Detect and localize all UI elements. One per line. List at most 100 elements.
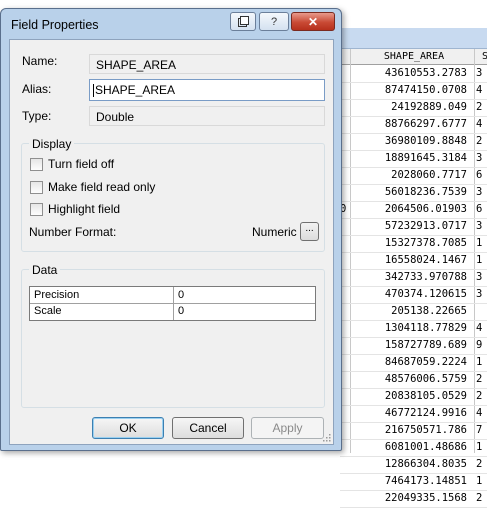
name-field: SHAPE_AREA	[89, 54, 325, 74]
table-row[interactable]: 470374.120615 3	[340, 286, 487, 304]
shape-area-cell[interactable]: 158727789.689	[347, 337, 467, 354]
next-column-cell[interactable]: 2	[476, 388, 482, 405]
table-row[interactable]: 12866304.8035 2	[340, 456, 487, 474]
table-header: SHAPE_AREA S	[340, 49, 487, 65]
shape-area-cell[interactable]: 87474150.0708	[347, 82, 467, 99]
table-row[interactable]: 57232913.0717 3	[340, 218, 487, 236]
table-row[interactable]: 18891645.3184 3	[340, 150, 487, 168]
shape-area-cell[interactable]: 16558024.1467	[347, 252, 467, 269]
shape-area-cell[interactable]: 2064506.01903	[347, 201, 467, 218]
next-column-cell[interactable]: 2	[476, 456, 482, 473]
next-column-cell[interactable]: 1	[476, 473, 482, 490]
shape-area-cell[interactable]: 15327378.7085	[347, 235, 467, 252]
table-row[interactable]: 48576006.5759 2	[340, 371, 487, 389]
table-row[interactable]: 16558024.1467 1	[340, 252, 487, 270]
shape-area-cell[interactable]: 36980109.8848	[347, 133, 467, 150]
shape-area-cell[interactable]: 12866304.8035	[347, 456, 467, 473]
next-column-cell[interactable]: 4	[476, 320, 482, 337]
table-row[interactable]: 205138.22665	[340, 303, 487, 321]
shape-area-cell[interactable]: 216750571.786	[347, 422, 467, 439]
shape-area-cell[interactable]: 46772124.9916	[347, 405, 467, 422]
alias-input[interactable]: SHAPE_AREA	[89, 79, 325, 101]
next-column-cell[interactable]: 3	[476, 269, 482, 286]
turn-field-off-checkbox[interactable]: Turn field off	[30, 157, 114, 171]
column-header-next[interactable]: S	[482, 49, 487, 64]
close-button[interactable]: ✕	[291, 12, 335, 31]
next-column-cell[interactable]: 7	[476, 422, 482, 439]
read-only-checkbox[interactable]: Make field read only	[30, 180, 155, 194]
table-row[interactable]: 56018236.7539 3	[340, 184, 487, 202]
table-row[interactable]: 15327378.7085 1	[340, 235, 487, 253]
cancel-button[interactable]: Cancel	[172, 417, 244, 439]
table-row[interactable]: Scale 0	[30, 303, 315, 319]
ok-button[interactable]: OK	[92, 417, 164, 439]
shape-area-cell[interactable]: 84687059.2224	[347, 354, 467, 371]
next-column-cell[interactable]: 2	[476, 371, 482, 388]
table-row[interactable]: 216750571.786 7	[340, 422, 487, 440]
apply-button[interactable]: Apply	[251, 417, 324, 439]
table-row[interactable]: Precision 0	[30, 287, 315, 304]
next-column-cell[interactable]: 2	[476, 490, 482, 507]
table-row[interactable]: 7464173.14851 1	[340, 473, 487, 491]
table-row[interactable]: 84687059.2224 1	[340, 354, 487, 372]
highlight-field-checkbox[interactable]: Highlight field	[30, 202, 120, 216]
next-column-cell[interactable]: 2	[476, 99, 482, 116]
next-column-cell[interactable]: 2	[476, 133, 482, 150]
shape-area-cell[interactable]: 57232913.0717	[347, 218, 467, 235]
next-column-cell[interactable]: 1	[476, 439, 482, 456]
shape-area-cell[interactable]: 18891645.3184	[347, 150, 467, 167]
table-row[interactable]: 6081001.48686 1	[340, 439, 487, 457]
next-column-cell[interactable]: 1	[476, 252, 482, 269]
table-row[interactable]: 342733.970788 3	[340, 269, 487, 287]
next-column-cell[interactable]: 9	[476, 337, 482, 354]
next-column-cell[interactable]: 4	[476, 116, 482, 133]
dialog-titlebar[interactable]: Field Properties ? ✕	[1, 9, 341, 39]
next-column-cell[interactable]: 1	[476, 235, 482, 252]
number-format-button[interactable]: ...	[300, 222, 319, 241]
shape-area-cell[interactable]: 22049335.1568	[347, 490, 467, 507]
table-row[interactable]: 43610553.2783 3	[340, 65, 487, 83]
shape-area-cell[interactable]: 470374.120615	[347, 286, 467, 303]
table-row[interactable]: 20838105.0529 2	[340, 388, 487, 406]
next-column-cell[interactable]: 3	[476, 150, 482, 167]
table-row[interactable]: 87474150.0708 4	[340, 82, 487, 100]
shape-area-cell[interactable]: 24192889.049	[347, 99, 467, 116]
shape-area-cell[interactable]: 48576006.5759	[347, 371, 467, 388]
table-row[interactable]: 22049335.1568 2	[340, 490, 487, 508]
type-field: Double	[89, 106, 325, 126]
next-column-cell[interactable]: 1	[476, 354, 482, 371]
context-help-button[interactable]	[230, 12, 256, 31]
table-row[interactable]: 24192889.049 2	[340, 99, 487, 117]
resize-grip-icon[interactable]	[321, 432, 331, 442]
shape-area-cell[interactable]: 1304118.77829	[347, 320, 467, 337]
help-button[interactable]: ?	[259, 12, 289, 31]
table-row[interactable]: 2064506.01903 6 0	[340, 201, 487, 219]
next-column-cell[interactable]: 4	[476, 405, 482, 422]
table-row[interactable]: 1304118.77829 4	[340, 320, 487, 338]
column-header-shape-area[interactable]: SHAPE_AREA	[350, 49, 478, 64]
table-row[interactable]: 2028060.7717 6	[340, 167, 487, 185]
scale-value[interactable]: 0	[174, 303, 184, 319]
shape-area-cell[interactable]: 20838105.0529	[347, 388, 467, 405]
shape-area-cell[interactable]: 56018236.7539	[347, 184, 467, 201]
table-row[interactable]: 158727789.689 9	[340, 337, 487, 355]
shape-area-cell[interactable]: 205138.22665	[347, 303, 467, 320]
shape-area-cell[interactable]: 342733.970788	[347, 269, 467, 286]
shape-area-cell[interactable]: 43610553.2783	[347, 65, 467, 82]
shape-area-cell[interactable]: 2028060.7717	[347, 167, 467, 184]
table-row[interactable]: 88766297.6777 4	[340, 116, 487, 134]
precision-label: Precision	[34, 289, 80, 301]
next-column-cell[interactable]: 4	[476, 82, 482, 99]
next-column-cell[interactable]: 3	[476, 218, 482, 235]
shape-area-cell[interactable]: 88766297.6777	[347, 116, 467, 133]
next-column-cell[interactable]: 6	[476, 201, 482, 218]
next-column-cell[interactable]: 6	[476, 167, 482, 184]
next-column-cell[interactable]: 3	[476, 184, 482, 201]
shape-area-cell[interactable]: 6081001.48686	[347, 439, 467, 456]
next-column-cell[interactable]: 3	[476, 286, 482, 303]
next-column-cell[interactable]: 3	[476, 65, 482, 82]
shape-area-cell[interactable]: 7464173.14851	[347, 473, 467, 490]
table-row[interactable]: 36980109.8848 2	[340, 133, 487, 151]
precision-value[interactable]: 0	[174, 287, 184, 303]
table-row[interactable]: 46772124.9916 4	[340, 405, 487, 423]
